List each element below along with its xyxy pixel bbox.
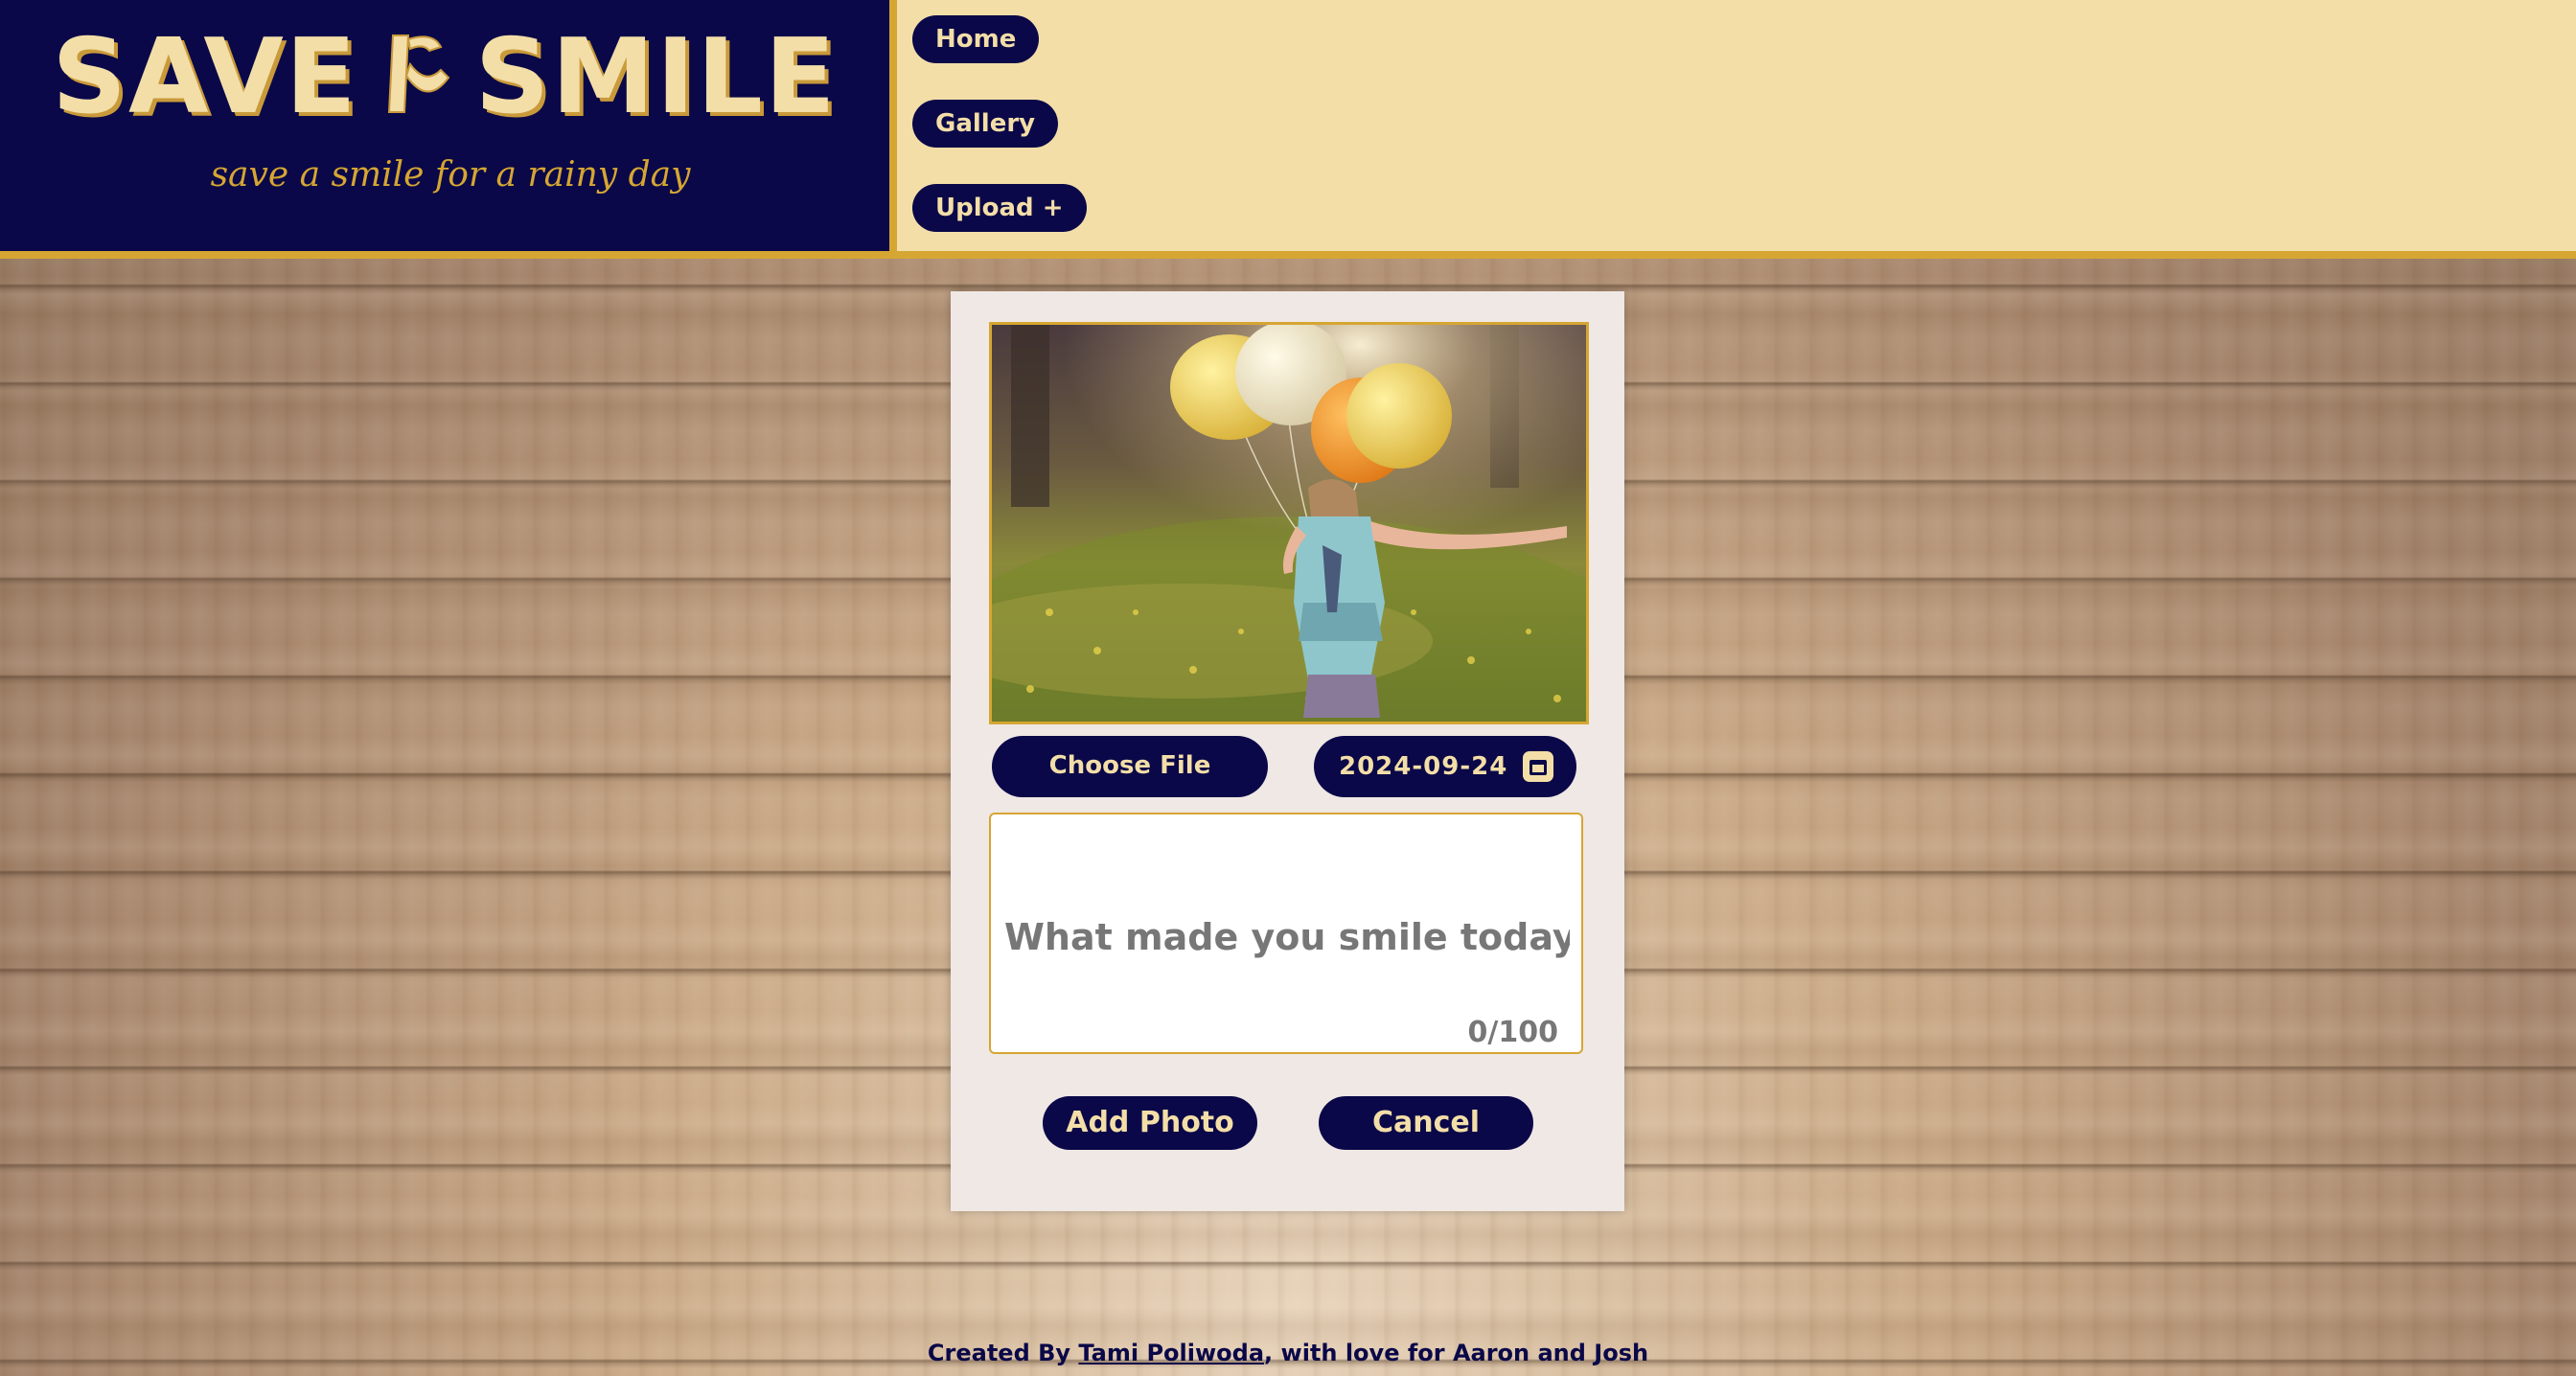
brand-banner: SAVE SMILE save a smile for a rainy day	[0, 0, 897, 251]
date-value: 2024-09-24	[1339, 752, 1508, 781]
nav-home-button[interactable]: Home	[912, 15, 1040, 63]
nav-gallery-button[interactable]: Gallery	[912, 100, 1059, 148]
nav-upload-button[interactable]: Upload +	[912, 184, 1087, 232]
upload-card: Choose File 2024-09-24 0/100 Add Photo C…	[951, 291, 1624, 1211]
site-title-right: SMILE	[474, 17, 838, 137]
date-picker[interactable]: 2024-09-24	[1314, 736, 1576, 797]
footer-author-link[interactable]: Tami Poliwoda	[1078, 1340, 1264, 1366]
footer-suffix: , with love for Aaron and Josh	[1264, 1340, 1649, 1366]
choose-file-button[interactable]: Choose File	[992, 736, 1268, 797]
caption-field[interactable]: 0/100	[989, 813, 1583, 1054]
site-footer: Created By Tami Poliwoda, with love for …	[0, 1340, 2576, 1366]
footer-prefix: Created By	[927, 1340, 1079, 1366]
caption-input[interactable]	[1004, 910, 1570, 964]
site-header: SAVE SMILE save a smile for a rainy day …	[0, 0, 2576, 259]
site-title[interactable]: SAVE SMILE	[0, 17, 889, 137]
site-tagline: save a smile for a rainy day	[210, 155, 691, 195]
photo-preview	[989, 322, 1589, 724]
add-photo-button[interactable]: Add Photo	[1043, 1096, 1257, 1150]
smile-logo-icon	[366, 26, 462, 122]
site-title-left: SAVE	[52, 17, 358, 137]
character-counter: 0/100	[1467, 1016, 1558, 1049]
cancel-button[interactable]: Cancel	[1319, 1096, 1533, 1150]
calendar-icon[interactable]	[1523, 751, 1553, 782]
